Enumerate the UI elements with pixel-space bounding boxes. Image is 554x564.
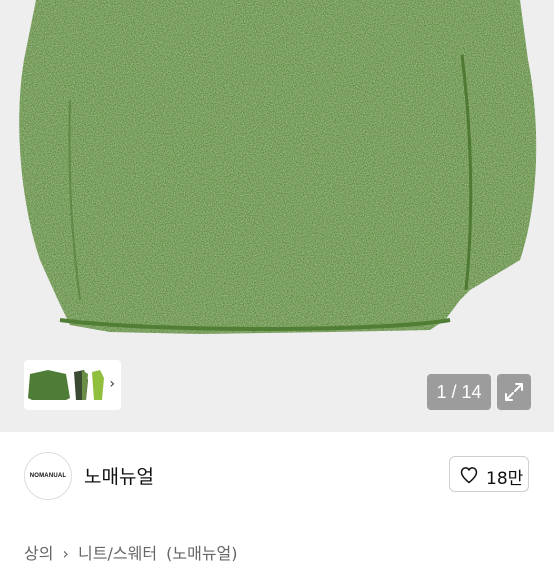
thumbnail-images	[28, 370, 104, 400]
seller-avatar[interactable]: NOMANUAL	[24, 452, 72, 500]
expand-icon	[505, 383, 523, 401]
seller-name[interactable]: 노매뉴얼	[84, 462, 154, 489]
divider	[0, 520, 554, 521]
thumbnail-strip[interactable]: ›	[24, 360, 121, 410]
fullscreen-button[interactable]	[497, 374, 531, 410]
seller-row: NOMANUAL 노매뉴얼 18만	[0, 432, 554, 520]
heart-icon	[460, 467, 478, 484]
image-counter: 1 / 14	[427, 374, 491, 410]
seller-logo-text: NOMANUAL	[29, 473, 67, 479]
follow-button[interactable]: 18만	[449, 456, 529, 492]
product-image-gallery[interactable]: › 1 / 14	[0, 0, 554, 432]
follow-count: 18만	[486, 469, 524, 489]
breadcrumb: 상의 › 니트/스웨터 (노매뉴얼)	[24, 540, 242, 564]
chevron-right-icon[interactable]: ›	[109, 376, 115, 392]
